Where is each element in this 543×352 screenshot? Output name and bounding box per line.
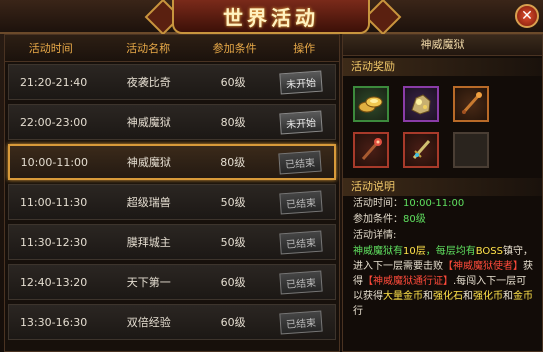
row-name: 超级瑞兽	[126, 196, 171, 209]
activity-table: 活动时间 活动名称 参加条件 操作 21:20-21:40 夜袭比奇 60级 未开始 2…	[4, 34, 340, 352]
status-badge[interactable]: 未开始	[279, 110, 323, 134]
table-row[interactable]: 22:00-23:00 神威魔狱 80级 未开始	[8, 104, 336, 140]
title-plate: 世界活动	[172, 0, 370, 34]
row-condition: 50级	[220, 236, 246, 249]
row-condition: 60级	[220, 316, 246, 329]
activity-condition-label: 参加条件：	[353, 214, 403, 225]
desc-part: 神威魔狱有	[353, 246, 403, 257]
info-section-label: 活动说明	[343, 178, 542, 196]
row-action: 未开始	[267, 70, 335, 94]
activity-time-line: 活动时间：10:00-11:00	[343, 196, 542, 212]
row-name: 夜袭比奇	[126, 76, 171, 89]
row-condition: 60级	[220, 276, 246, 289]
row-time: 12:40-13:20	[19, 275, 88, 289]
desc-part: 和	[463, 291, 473, 302]
table-row[interactable]: 21:20-21:40 夜袭比奇 60级 未开始	[8, 64, 336, 100]
status-badge[interactable]: 已结束	[279, 190, 323, 214]
header-time: 活动时间	[28, 42, 73, 55]
window-title: 世界活动	[223, 5, 319, 30]
row-name: 膜拜城主	[126, 236, 171, 249]
ornate-staff-icon	[458, 91, 484, 117]
row-name: 神威魔狱	[126, 156, 171, 169]
detail-title: 神威魔狱	[343, 35, 542, 56]
row-action: 已结束	[267, 150, 335, 174]
jeweled-sword-icon	[408, 137, 434, 163]
table-row[interactable]: 12:40-13:20 天下第一 60级 已结束	[8, 264, 336, 300]
activity-detail-label: 活动详情:	[353, 230, 397, 241]
row-condition: 60级	[220, 76, 246, 89]
reward-slot[interactable]	[453, 86, 489, 122]
row-action: 已结束	[267, 190, 335, 214]
desc-part: 强化石	[433, 291, 463, 302]
rewards-section-label: 活动奖励	[343, 58, 542, 76]
row-action: 未开始	[267, 110, 335, 134]
gold-coins-icon	[358, 93, 384, 115]
activity-time-value: 10:00-11:00	[403, 198, 465, 209]
row-condition: 80级	[220, 116, 246, 129]
status-badge[interactable]: 已结束	[279, 270, 323, 294]
desc-part: 强化币	[473, 291, 503, 302]
row-action: 已结束	[267, 230, 335, 254]
table-row[interactable]: 11:30-12:30 膜拜城主 50级 已结束	[8, 224, 336, 260]
row-time: 11:30-12:30	[19, 235, 88, 249]
activity-detail-panel: 神威魔狱 活动奖励 活动说明 活动时间：10:00-11:00 参加条件：80级…	[342, 34, 543, 352]
close-button[interactable]: ✕	[515, 4, 539, 28]
status-badge[interactable]: 已结束	[278, 150, 322, 174]
row-condition: 80级	[220, 156, 246, 169]
row-condition: 50级	[220, 196, 246, 209]
row-action: 已结束	[267, 270, 335, 294]
table-row[interactable]: 11:00-11:30 超级瑞兽 50级 已结束	[8, 184, 336, 220]
desc-part: 和	[423, 291, 433, 302]
table-header: 活动时间 活动名称 参加条件 操作	[5, 35, 339, 62]
world-activity-window: 世界活动 ✕ 活动时间 活动名称 参加条件 操作 21:20-21:40 夜袭比奇…	[0, 0, 543, 352]
row-time: 10:00-11:00	[20, 155, 89, 169]
activity-time-label: 活动时间：	[353, 198, 403, 209]
row-action: 已结束	[267, 310, 335, 334]
reward-slot-empty[interactable]	[453, 132, 489, 168]
desc-part: 【神威魔狱通行证】	[363, 276, 453, 287]
status-badge[interactable]: 已结束	[279, 230, 323, 254]
row-time: 21:20-21:40	[19, 75, 88, 89]
desc-part: 行	[353, 306, 363, 317]
row-time: 11:00-11:30	[19, 195, 88, 209]
right-ornament-icon	[364, 0, 402, 36]
header-condition: 参加条件	[212, 42, 257, 55]
reward-slot[interactable]	[353, 86, 389, 122]
desc-part: BOSS	[475, 246, 503, 257]
header-action: 操作	[293, 42, 316, 55]
gold-ore-icon	[408, 92, 434, 116]
row-time: 13:30-16:30	[19, 315, 88, 329]
reward-slot[interactable]	[403, 86, 439, 122]
row-name: 天下第一	[126, 276, 171, 289]
row-time: 22:00-23:00	[19, 115, 88, 129]
desc-part: ，每层均有	[425, 246, 476, 257]
activity-description: 神威魔狱有10层，每层均有BOSS镇守，进入下一层需要击败【神威魔狱使者】获得【…	[343, 244, 542, 319]
table-row[interactable]: 10:00-11:00 神威魔狱 80级 已结束	[8, 144, 336, 180]
row-name: 神威魔狱	[126, 116, 171, 129]
activity-condition-value: 80级	[403, 214, 426, 225]
status-badge[interactable]: 已结束	[279, 310, 323, 334]
desc-part: 大量金币	[383, 291, 423, 302]
reward-slot[interactable]	[353, 132, 389, 168]
reward-slot[interactable]	[403, 132, 439, 168]
status-badge[interactable]: 未开始	[279, 70, 323, 94]
table-row[interactable]: 13:30-16:30 双倍经验 60级 已结束	[8, 304, 336, 340]
header-name: 活动名称	[126, 42, 171, 55]
desc-part: 金币	[513, 291, 533, 302]
rewards-grid	[343, 76, 533, 176]
activity-condition-line: 参加条件：80级	[343, 212, 542, 228]
desc-part: 【神威魔狱使者】	[443, 261, 523, 272]
row-name: 双倍经验	[126, 316, 171, 329]
magic-wand-icon	[358, 137, 384, 163]
title-bar: 世界活动 ✕	[0, 0, 543, 36]
desc-part: 和	[503, 291, 513, 302]
desc-part: 10层	[403, 246, 426, 257]
table-body: 21:20-21:40 夜袭比奇 60级 未开始 22:00-23:00 神威魔狱 80级未…	[5, 64, 339, 340]
